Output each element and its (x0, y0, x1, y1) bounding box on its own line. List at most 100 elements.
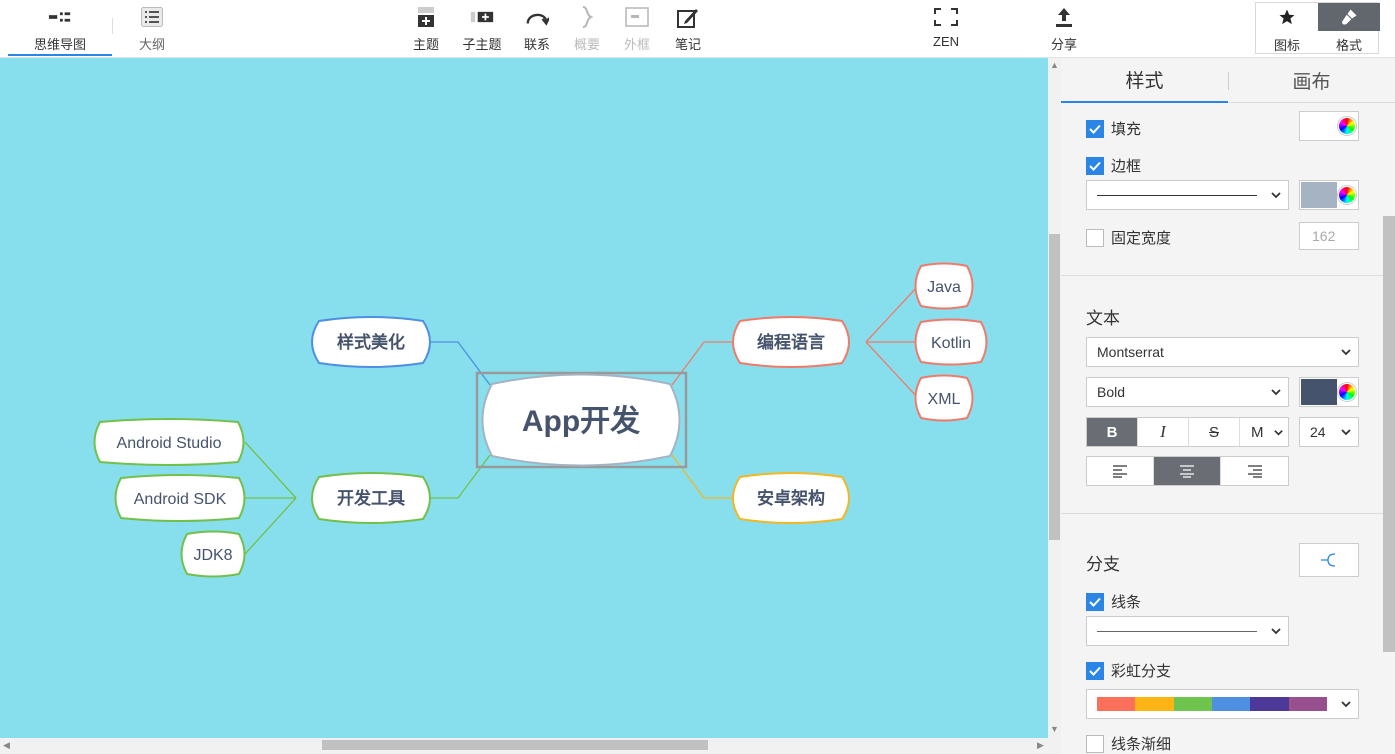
check-icon (1089, 161, 1101, 171)
taper-label: 线条渐细 (1111, 736, 1172, 753)
topic-button[interactable]: 主题 (404, 0, 448, 56)
rainbow-color-2 (1173, 697, 1212, 711)
fixed-width-checkbox[interactable] (1086, 228, 1104, 247)
branch-label-1: 安卓架构 (757, 488, 825, 508)
taper-checkbox[interactable] (1086, 734, 1104, 753)
line-label: 线条 (1111, 594, 1142, 611)
panel-toggle-group: 图标 格式 (1255, 2, 1380, 54)
fullscreen-frame-icon (934, 6, 958, 28)
align-center-button[interactable] (1154, 457, 1221, 485)
font-size-select[interactable]: 24 (1299, 417, 1359, 447)
rainbow-palette-preview (1097, 697, 1327, 711)
note-pencil-icon (676, 6, 700, 28)
tab-canvas[interactable]: 画布 (1228, 58, 1395, 103)
rainbow-color-1 (1135, 697, 1174, 711)
fill-row: 填充 (1086, 118, 1141, 139)
note-label: 笔记 (674, 37, 701, 52)
strikethrough-button[interactable]: S (1189, 418, 1240, 446)
color-wheel-icon (1338, 186, 1356, 204)
mindmap-canvas[interactable]: App开发 编程语言 安卓架构 开发工具 样式美化 Java Kotlin XM… (0, 58, 1048, 738)
boundary-button[interactable]: 外框 (615, 0, 659, 56)
align-right-icon (1247, 465, 1262, 478)
child-label-0-0: Java (927, 279, 961, 296)
share-label: 分享 (1050, 37, 1077, 52)
subtopic-label: 子主题 (462, 37, 502, 52)
canvas-vertical-scrollbar[interactable]: ▲ ▼ (1048, 58, 1061, 738)
text-align-group (1086, 456, 1289, 486)
font-weight-value: Bold (1097, 384, 1126, 400)
rainbow-row: 彩虹分支 (1086, 660, 1171, 681)
border-line-preview (1097, 194, 1257, 196)
scroll-right-icon[interactable]: ▶ (1037, 740, 1044, 751)
star-icon (1279, 9, 1295, 25)
format-panel: 样式 画布 填充 边框 固定宽度 162 文本 Montserrat Bold … (1061, 58, 1395, 754)
taper-row: 线条渐细 (1086, 733, 1171, 754)
share-button[interactable]: 分享 (1042, 0, 1086, 56)
scroll-thumb[interactable] (322, 740, 708, 750)
branch-label-2: 开发工具 (337, 488, 405, 508)
connector-central-to-branch-0 (671, 341, 732, 386)
note-button[interactable]: 笔记 (666, 0, 710, 56)
rainbow-checkbox[interactable] (1086, 661, 1104, 680)
icon-panel-button[interactable] (1256, 3, 1318, 31)
border-checkbox[interactable] (1086, 156, 1104, 175)
format-panel-button[interactable] (1318, 3, 1380, 31)
boundary-label: 外框 (623, 37, 650, 52)
relation-button[interactable]: 联系 (515, 0, 559, 56)
section-divider (1061, 275, 1395, 276)
branch-label-3: 样式美化 (337, 332, 405, 352)
italic-button[interactable]: I (1138, 418, 1189, 446)
zen-button[interactable]: ZEN (924, 0, 968, 56)
chevron-down-icon (1274, 430, 1283, 436)
scroll-left-icon[interactable]: ◀ (3, 740, 10, 751)
color-wheel-icon (1338, 383, 1356, 401)
subtopic-button[interactable]: 子主题 (458, 0, 506, 56)
fixed-width-input[interactable]: 162 (1299, 222, 1359, 250)
child-label-2-1: Android SDK (134, 491, 227, 508)
border-style-select[interactable] (1086, 180, 1289, 210)
panel-tabs: 样式 画布 (1061, 58, 1395, 103)
summary-button[interactable]: 概要 (565, 0, 609, 56)
toolbar: 思维导图 大纲 主题 子主题 联系 概要 外框 笔记 ZEN 分享 图标 格式 (0, 0, 1395, 58)
align-left-button[interactable] (1087, 457, 1154, 485)
connector-central-to-branch-1 (671, 454, 732, 499)
check-icon (1089, 597, 1101, 607)
border-color-swatch (1301, 182, 1337, 208)
text-more-select[interactable]: M (1240, 418, 1288, 446)
chevron-down-icon (1271, 628, 1281, 635)
fill-color-picker[interactable] (1299, 111, 1359, 141)
brush-icon (1342, 9, 1357, 25)
line-style-select[interactable] (1086, 616, 1289, 646)
chevron-down-icon (1341, 701, 1351, 708)
check-icon (1089, 124, 1101, 134)
mindmap-icon (48, 6, 72, 28)
tab-outline-label: 大纲 (138, 37, 165, 52)
rainbow-color-3 (1211, 697, 1251, 711)
connector-branch-2-to-child-0 (244, 441, 297, 499)
scroll-thumb[interactable] (1049, 234, 1060, 540)
scroll-down-icon[interactable]: ▼ (1050, 724, 1059, 734)
tab-outline[interactable]: 大纲 (122, 0, 182, 56)
font-family-select[interactable]: Montserrat (1086, 337, 1359, 367)
bold-button[interactable]: B (1087, 418, 1138, 446)
border-color-picker[interactable] (1299, 180, 1359, 210)
branch-structure-button[interactable] (1299, 543, 1359, 577)
child-label-0-2: XML (928, 391, 961, 408)
line-checkbox[interactable] (1086, 592, 1104, 611)
font-weight-select[interactable]: Bold (1086, 377, 1289, 407)
align-center-icon (1180, 465, 1194, 478)
rainbow-palette-select[interactable] (1086, 689, 1359, 719)
fill-checkbox[interactable] (1086, 119, 1104, 138)
rainbow-color-0 (1097, 697, 1136, 711)
chevron-down-icon (1271, 192, 1281, 199)
text-color-picker[interactable] (1299, 377, 1359, 407)
branch-structure-icon (1321, 553, 1336, 567)
align-right-button[interactable] (1221, 457, 1288, 485)
tab-style[interactable]: 样式 (1061, 58, 1228, 103)
toolbar-divider (112, 18, 113, 34)
panel-scrollbar[interactable] (1383, 216, 1395, 652)
scroll-up-icon[interactable]: ▲ (1050, 60, 1059, 70)
tab-mindmap[interactable]: 思维导图 (8, 0, 112, 56)
canvas-horizontal-scrollbar[interactable]: ◀ ▶ (0, 738, 1061, 754)
connector-central-to-branch-2 (430, 454, 491, 499)
